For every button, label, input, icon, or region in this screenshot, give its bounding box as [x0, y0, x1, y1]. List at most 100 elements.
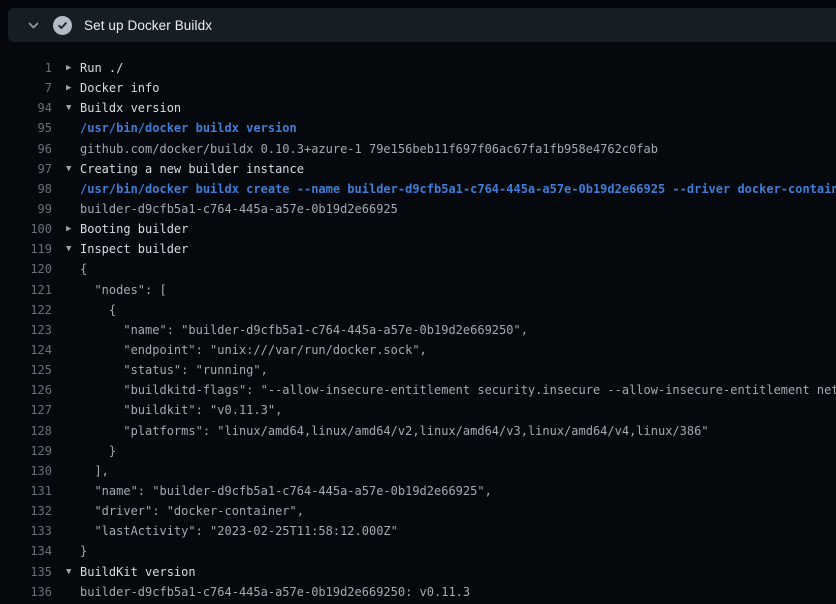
line-number-link[interactable]: 127: [0, 400, 52, 420]
log-line: 121 "nodes": [: [0, 280, 836, 300]
line-number-link[interactable]: 96: [0, 139, 52, 159]
log-line: 127 "buildkit": "v0.11.3",: [0, 400, 836, 420]
arrow-spacer: [52, 501, 80, 521]
chevron-right-icon[interactable]: ▶: [52, 58, 80, 78]
log-group-title[interactable]: Run ./: [80, 58, 123, 78]
chevron-right-icon[interactable]: ▶: [52, 78, 80, 98]
log-line: 94▼Buildx version: [0, 98, 836, 118]
line-number-link[interactable]: 100: [0, 219, 52, 239]
log-line: 130 ],: [0, 461, 836, 481]
chevron-down-icon[interactable]: ▼: [52, 239, 80, 259]
log-command-text: /usr/bin/docker buildx create --name bui…: [80, 179, 836, 199]
log-line: 136 builder-d9cfb5a1-c764-445a-a57e-0b19d…: [0, 582, 836, 602]
line-number-link[interactable]: 135: [0, 562, 52, 582]
log-output-text: {: [80, 259, 87, 279]
line-number-link[interactable]: 94: [0, 98, 52, 118]
log-line: 122 {: [0, 300, 836, 320]
arrow-spacer: [52, 360, 80, 380]
log-line: 123 "name": "builder-d9cfb5a1-c764-445a-…: [0, 320, 836, 340]
line-number-link[interactable]: 99: [0, 199, 52, 219]
log-output-text: }: [80, 541, 87, 561]
log-viewer: 1▶Run ./7▶Docker info94▼Buildx version95…: [0, 42, 836, 604]
arrow-spacer: [52, 481, 80, 501]
log-line: 119▼Inspect builder: [0, 239, 836, 259]
line-number-link[interactable]: 7: [0, 78, 52, 98]
arrow-spacer: [52, 461, 80, 481]
log-line: 99 builder-d9cfb5a1-c764-445a-a57e-0b19d2…: [0, 199, 836, 219]
line-number-link[interactable]: 123: [0, 320, 52, 340]
line-number-link[interactable]: 124: [0, 340, 52, 360]
log-command-text: /usr/bin/docker buildx version: [80, 118, 297, 138]
chevron-down-icon[interactable]: ▼: [52, 562, 80, 582]
log-line: 134}: [0, 541, 836, 561]
success-check-icon: [53, 16, 72, 35]
log-line: 7▶Docker info: [0, 78, 836, 98]
log-line: 128 "platforms": "linux/amd64,linux/amd6…: [0, 421, 836, 441]
log-line: 132 "driver": "docker-container",: [0, 501, 836, 521]
line-number-link[interactable]: 132: [0, 501, 52, 521]
line-number-link[interactable]: 97: [0, 159, 52, 179]
line-number-link[interactable]: 98: [0, 179, 52, 199]
log-group-title[interactable]: Docker info: [80, 78, 159, 98]
line-number-link[interactable]: 128: [0, 421, 52, 441]
line-number-link[interactable]: 121: [0, 280, 52, 300]
line-number-link[interactable]: 95: [0, 118, 52, 138]
log-line: 135▼BuildKit version: [0, 562, 836, 582]
line-number-link[interactable]: 125: [0, 360, 52, 380]
log-line: 131 "name": "builder-d9cfb5a1-c764-445a-…: [0, 481, 836, 501]
line-number-link[interactable]: 131: [0, 481, 52, 501]
log-output-text: "nodes": [: [80, 280, 167, 300]
log-group-title[interactable]: Booting builder: [80, 219, 188, 239]
log-output-text: github.com/docker/buildx 0.10.3+azure-1 …: [80, 139, 658, 159]
arrow-spacer: [52, 320, 80, 340]
log-group-title[interactable]: Inspect builder: [80, 239, 188, 259]
chevron-down-icon[interactable]: ▼: [52, 98, 80, 118]
chevron-down-icon[interactable]: [27, 19, 40, 32]
arrow-spacer: [52, 400, 80, 420]
line-number-link[interactable]: 136: [0, 582, 52, 602]
log-output-text: builder-d9cfb5a1-c764-445a-a57e-0b19d2e6…: [80, 199, 398, 219]
log-line: 95/usr/bin/docker buildx version: [0, 118, 836, 138]
log-output-text: "platforms": "linux/amd64,linux/amd64/v2…: [80, 421, 709, 441]
log-line: 124 "endpoint": "unix:///var/run/docker.…: [0, 340, 836, 360]
arrow-spacer: [52, 259, 80, 279]
line-number-link[interactable]: 120: [0, 259, 52, 279]
line-number-link[interactable]: 130: [0, 461, 52, 481]
step-header[interactable]: Set up Docker Buildx: [8, 8, 836, 42]
log-output-text: "endpoint": "unix:///var/run/docker.sock…: [80, 340, 427, 360]
log-group-title[interactable]: BuildKit version: [80, 562, 196, 582]
log-output-text: builder-d9cfb5a1-c764-445a-a57e-0b19d2e6…: [80, 582, 470, 602]
arrow-spacer: [52, 280, 80, 300]
line-number-link[interactable]: 126: [0, 380, 52, 400]
arrow-spacer: [52, 582, 80, 602]
log-rows: 1▶Run ./7▶Docker info94▼Buildx version95…: [0, 58, 836, 602]
line-number-link[interactable]: 1: [0, 58, 52, 78]
log-group-title[interactable]: Creating a new builder instance: [80, 159, 304, 179]
line-number-link[interactable]: 133: [0, 521, 52, 541]
log-line: 120 {: [0, 259, 836, 279]
line-number-link[interactable]: 129: [0, 441, 52, 461]
log-output-text: "driver": "docker-container",: [80, 501, 304, 521]
chevron-down-icon[interactable]: ▼: [52, 159, 80, 179]
log-line: 97▼Creating a new builder instance: [0, 159, 836, 179]
arrow-spacer: [52, 179, 80, 199]
arrow-spacer: [52, 300, 80, 320]
log-output-text: "lastActivity": "2023-02-25T11:58:12.000…: [80, 521, 398, 541]
chevron-right-icon[interactable]: ▶: [52, 219, 80, 239]
line-number-link[interactable]: 122: [0, 300, 52, 320]
arrow-spacer: [52, 421, 80, 441]
log-line: 129 }: [0, 441, 836, 461]
log-line: 133 "lastActivity": "2023-02-25T11:58:12…: [0, 521, 836, 541]
arrow-spacer: [52, 118, 80, 138]
log-output-text: "name": "builder-d9cfb5a1-c764-445a-a57e…: [80, 320, 528, 340]
log-line: 98/usr/bin/docker buildx create --name b…: [0, 179, 836, 199]
log-group-title[interactable]: Buildx version: [80, 98, 181, 118]
arrow-spacer: [52, 139, 80, 159]
log-line: 1▶Run ./: [0, 58, 836, 78]
log-output-text: ],: [80, 461, 109, 481]
line-number-link[interactable]: 134: [0, 541, 52, 561]
log-output-text: "buildkit": "v0.11.3",: [80, 400, 282, 420]
log-output-text: "buildkitd-flags": "--allow-insecure-ent…: [80, 380, 836, 400]
line-number-link[interactable]: 119: [0, 239, 52, 259]
log-line: 125 "status": "running",: [0, 360, 836, 380]
